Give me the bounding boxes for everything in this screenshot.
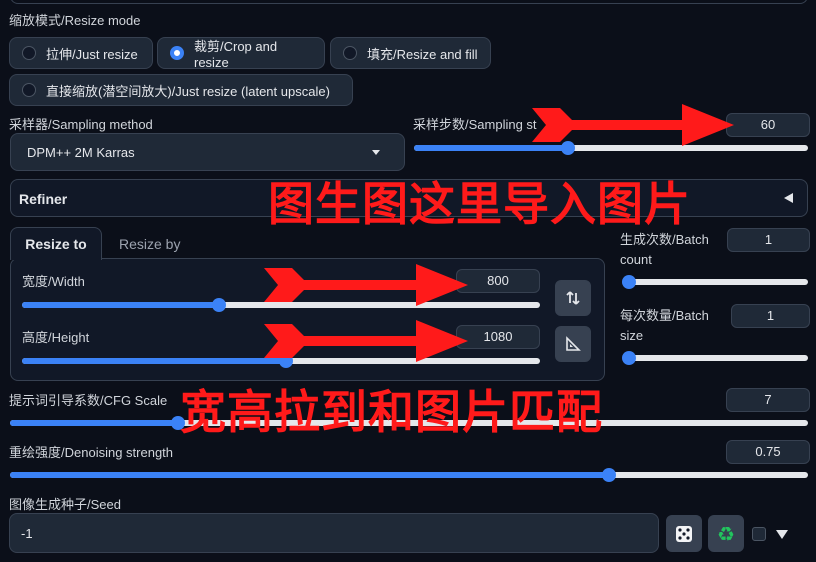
resize-mode-label: 缩放模式/Resize mode [9,13,141,28]
triangle-ruler-icon [566,336,581,351]
batch-count-input[interactable]: 1 [727,228,810,252]
steps-input[interactable]: 60 [726,113,810,137]
seed-value: -1 [21,526,33,541]
swap-arrows-icon [566,291,580,305]
cfg-input[interactable]: 7 [726,388,810,412]
annotation-arrow-steps [532,104,734,146]
slider-fill [22,358,287,364]
tab-resize-to[interactable]: Resize to [10,227,102,260]
seed-input[interactable]: -1 [9,513,659,553]
sampler-label: 采样器/Sampling method [9,117,153,132]
slider-fill [10,420,178,426]
batch-size-slider[interactable] [622,351,808,365]
radio-icon [22,83,36,97]
annotation-arrow-height [264,320,468,362]
resize-option-crop-and-resize[interactable]: 裁剪/Crop and resize [157,37,325,70]
width-label: 宽度/Width [22,274,85,289]
denoise-label: 重绘强度/Denoising strength [9,445,174,460]
resize-option-label: 拉伸/Just resize [46,46,138,62]
tab-label: Resize to [25,236,87,252]
tab-label: Resize by [119,236,181,252]
slider-thumb[interactable] [622,351,636,365]
radio-selected-icon [170,46,184,60]
random-seed-button[interactable] [666,515,702,552]
reuse-seed-button[interactable]: ♻ [708,515,744,552]
slider-fill [10,472,609,478]
dice-icon [676,525,692,542]
annotation-import-image: 图生图这里导入图片 [268,177,691,231]
batch-count-slider[interactable] [622,275,808,289]
slider-fill [22,302,219,308]
resize-option-label: 填充/Resize and fill [367,46,478,62]
seed-label: 图像生成种子/Seed [9,497,121,512]
resize-option-label: 裁剪/Crop and resize [194,39,278,70]
slider-thumb[interactable] [211,298,226,312]
auto-size-button[interactable] [555,326,591,362]
refiner-label: Refiner [19,191,68,207]
cfg-label: 提示词引导系数/CFG Scale [9,393,168,408]
tab-resize-by[interactable]: Resize by [119,236,180,252]
extra-seed-checkbox[interactable] [752,527,766,541]
batch-size-input[interactable]: 1 [731,304,810,328]
radio-icon [22,46,36,60]
slider-thumb[interactable] [601,468,616,482]
resize-option-just-resize[interactable]: 拉伸/Just resize [9,37,153,69]
sampler-value: DPM++ 2M Karras [27,145,135,160]
resize-option-resize-and-fill[interactable]: 填充/Resize and fill [330,37,491,69]
annotation-match-size: 宽高拉到和图片匹配 [180,385,603,439]
resize-option-label: 直接缩放(潜空间放大)/Just resize (latent upscale) [46,83,330,99]
previous-panel-edge [10,0,808,4]
sampler-dropdown[interactable]: DPM++ 2M Karras [10,133,405,171]
swap-dimensions-button[interactable] [555,280,591,316]
expand-arrow-icon[interactable] [776,530,788,539]
steps-label: 采样步数/Sampling st [413,117,537,132]
batch-size-label: 每次数量/Batch size [620,308,709,343]
batch-count-label: 生成次数/Batch count [620,232,709,267]
height-label: 高度/Height [22,330,90,345]
collapse-arrow-icon [784,193,793,203]
chevron-down-icon [372,150,380,155]
annotation-arrow-width [264,264,468,306]
recycle-icon: ♻ [717,521,735,546]
resize-option-latent-upscale[interactable]: 直接缩放(潜空间放大)/Just resize (latent upscale) [9,74,353,106]
denoise-input[interactable]: 0.75 [726,440,810,464]
denoise-slider[interactable] [10,468,808,482]
slider-thumb[interactable] [622,275,636,289]
radio-icon [343,46,357,60]
